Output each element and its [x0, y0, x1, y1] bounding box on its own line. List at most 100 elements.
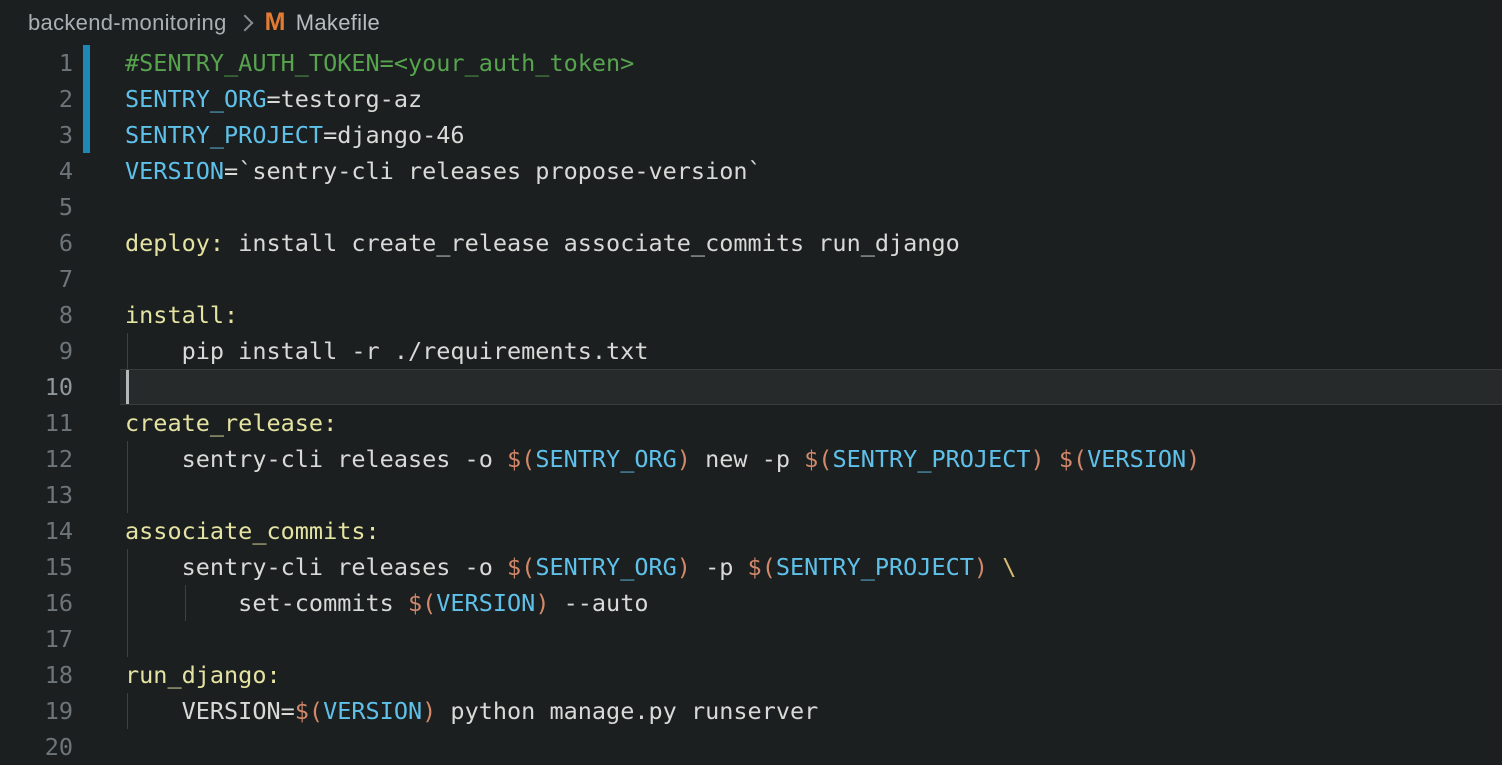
code-token: sentry-cli releases -o: [125, 553, 507, 581]
code-token: $(: [804, 445, 832, 473]
code-line[interactable]: 10: [0, 369, 1502, 405]
code-token: ): [677, 445, 691, 473]
code-token: python manage.py runserver: [436, 697, 818, 725]
code-line[interactable]: 14associate_commits:: [0, 513, 1502, 549]
line-number: 10: [0, 369, 73, 405]
line-number: 3: [0, 117, 73, 153]
line-number: 18: [0, 657, 73, 693]
code-text: VERSION=$(VERSION) python manage.py runs…: [125, 693, 818, 729]
code-text: sentry-cli releases -o $(SENTRY_ORG) -p …: [125, 549, 1016, 585]
code-token: VERSION=: [125, 697, 295, 725]
code-token: ): [535, 589, 549, 617]
code-line[interactable]: 11 create_release:: [0, 405, 1502, 441]
code-text: install:: [125, 297, 238, 333]
code-text: pip install -r ./requirements.txt: [125, 333, 648, 369]
code-line[interactable]: 13: [0, 477, 1502, 513]
line-number: 9: [0, 333, 73, 369]
code-text: associate_commits:: [125, 513, 380, 549]
code-token: set-commits: [125, 589, 408, 617]
code-token: install create_release associate_commits…: [224, 229, 960, 257]
code-token: new -p: [691, 445, 804, 473]
modified-gutter-indicator[interactable]: [83, 117, 90, 153]
code-token: ): [1186, 445, 1200, 473]
code-token: VERSION: [436, 589, 535, 617]
line-number: 8: [0, 297, 73, 333]
code-token: ): [677, 553, 691, 581]
code-line[interactable]: 5: [0, 189, 1502, 225]
line-number: 5: [0, 189, 73, 225]
code-line[interactable]: 12 sentry-cli releases -o $(SENTRY_ORG) …: [0, 441, 1502, 477]
line-number: 16: [0, 585, 73, 621]
code-text: VERSION=`sentry-cli releases propose-ver…: [125, 153, 762, 189]
code-token: #SENTRY_AUTH_TOKEN=<your_auth_token>: [125, 49, 634, 77]
code-token: SENTRY_ORG: [535, 553, 676, 581]
code-text: SENTRY_ORG=testorg-az: [125, 81, 422, 117]
code-token: SENTRY_ORG: [125, 85, 266, 113]
code-text: #SENTRY_AUTH_TOKEN=<your_auth_token>: [125, 45, 634, 81]
code-line[interactable]: 18 run_django:: [0, 657, 1502, 693]
code-token: VERSION: [125, 157, 224, 185]
code-token: $(: [507, 445, 535, 473]
code-token: $(: [748, 553, 776, 581]
code-token: associate_commits:: [125, 517, 380, 545]
line-number: 2: [0, 81, 73, 117]
code-token: VERSION: [323, 697, 422, 725]
code-line[interactable]: 6 deploy: install create_release associat…: [0, 225, 1502, 261]
text-cursor: [126, 370, 129, 404]
code-token: ): [974, 553, 988, 581]
code-token: pip install -r ./requirements.txt: [125, 337, 648, 365]
code-token: [1045, 445, 1059, 473]
modified-gutter-indicator[interactable]: [83, 45, 90, 81]
code-line[interactable]: 9 pip install -r ./requirements.txt: [0, 333, 1502, 369]
code-line[interactable]: 8 install:: [0, 297, 1502, 333]
code-token: sentry-cli releases -o: [125, 445, 507, 473]
line-number: 6: [0, 225, 73, 261]
code-token: ): [1031, 445, 1045, 473]
code-token: VERSION: [1087, 445, 1186, 473]
code-line[interactable]: 2 SENTRY_ORG=testorg-az: [0, 81, 1502, 117]
code-token: --auto: [549, 589, 648, 617]
line-number: 13: [0, 477, 73, 513]
code-line[interactable]: 1 #SENTRY_AUTH_TOKEN=<your_auth_token>: [0, 45, 1502, 81]
modified-gutter-indicator[interactable]: [83, 81, 90, 117]
code-token: =`sentry-cli releases propose-version`: [224, 157, 762, 185]
code-token: [988, 553, 1002, 581]
code-line[interactable]: 15 sentry-cli releases -o $(SENTRY_ORG) …: [0, 549, 1502, 585]
code-token: SENTRY_PROJECT: [832, 445, 1030, 473]
line-number: 4: [0, 153, 73, 189]
code-token: $(: [507, 553, 535, 581]
current-line-highlight: [120, 369, 1502, 405]
code-token: $(: [1059, 445, 1087, 473]
line-number: 17: [0, 621, 73, 657]
code-line[interactable]: 16 set-commits $(VERSION) --auto: [0, 585, 1502, 621]
code-line[interactable]: 19 VERSION=$(VERSION) python manage.py r…: [0, 693, 1502, 729]
code-token: \: [1002, 553, 1016, 581]
indent-guide: [127, 621, 128, 657]
breadcrumb-folder[interactable]: backend-monitoring: [28, 0, 227, 45]
line-number: 15: [0, 549, 73, 585]
line-number: 19: [0, 693, 73, 729]
code-line[interactable]: 17: [0, 621, 1502, 657]
breadcrumb-file[interactable]: Makefile: [296, 0, 380, 45]
code-token: SENTRY_ORG: [535, 445, 676, 473]
code-text: create_release:: [125, 405, 337, 441]
editor-window: backend-monitoring M Makefile 1#SENTRY_A…: [0, 0, 1502, 746]
line-number: 12: [0, 441, 73, 477]
code-editor[interactable]: 1 #SENTRY_AUTH_TOKEN=<your_auth_token> 2 SE…: [0, 45, 1502, 765]
code-token: run_django:: [125, 661, 281, 689]
code-line[interactable]: 4 VERSION=`sentry-cli releases propose-ve…: [0, 153, 1502, 189]
code-token: deploy:: [125, 229, 224, 257]
line-number: 1: [0, 45, 73, 81]
indent-guide: [127, 477, 128, 513]
code-token: ): [422, 697, 436, 725]
code-token: -p: [691, 553, 748, 581]
code-text: deploy: install create_release associate…: [125, 225, 960, 261]
code-line[interactable]: 20: [0, 729, 1502, 765]
line-number: 7: [0, 261, 73, 297]
code-line[interactable]: 7: [0, 261, 1502, 297]
code-text: set-commits $(VERSION) --auto: [125, 585, 649, 621]
code-token: SENTRY_PROJECT: [776, 553, 974, 581]
line-number: 11: [0, 405, 73, 441]
code-line[interactable]: 3SENTRY_PROJECT=django-46: [0, 117, 1502, 153]
code-token: $(: [408, 589, 436, 617]
